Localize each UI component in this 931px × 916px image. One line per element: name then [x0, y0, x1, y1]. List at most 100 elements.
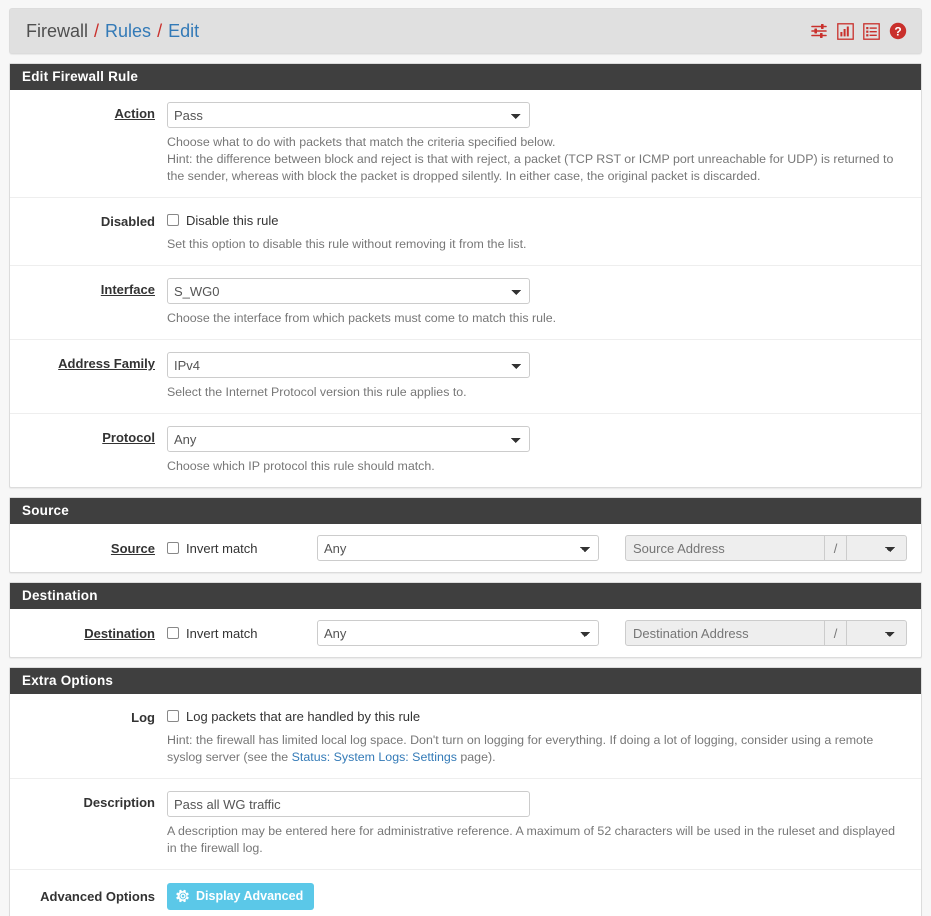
panel-title-edit-firewall-rule: Edit Firewall Rule — [10, 64, 921, 90]
label-destination: Destination — [10, 626, 167, 641]
log-help: Hint: the firewall has limited local log… — [167, 732, 907, 766]
destination-cidr-select[interactable] — [847, 620, 907, 646]
field-advanced-options: Display Advanced — [167, 883, 921, 910]
form-row-interface: Interface S_WG0 Choose the interface fro… — [10, 266, 921, 340]
bar-chart-icon[interactable] — [837, 22, 854, 40]
breadcrumb-item-edit[interactable]: Edit — [168, 21, 199, 42]
label-interface: Interface — [10, 278, 167, 327]
label-address-family-text: Address Family — [58, 356, 155, 371]
panel-body-source: Source Invert match Any / — [10, 524, 921, 572]
form-row-protocol: Protocol Any Choose which IP protocol th… — [10, 414, 921, 487]
label-advanced-options: Advanced Options — [10, 889, 167, 904]
label-log-text: Log — [131, 710, 155, 725]
log-packets-checkbox-row[interactable]: Log packets that are handled by this rul… — [167, 706, 907, 726]
destination-invert-label: Invert match — [186, 625, 258, 641]
label-source: Source — [10, 541, 167, 556]
panel-title-source: Source — [10, 498, 921, 524]
panel-destination: Destination Destination Invert match Any… — [9, 582, 922, 658]
list-icon[interactable] — [863, 22, 880, 40]
label-disabled-text: Disabled — [100, 214, 155, 229]
address-family-select[interactable]: IPv4 — [167, 352, 530, 378]
interface-select[interactable]: S_WG0 — [167, 278, 530, 304]
form-row-action: Action Pass Choose what to do with packe… — [10, 90, 921, 198]
system-logs-settings-link[interactable]: Status: System Logs: Settings — [292, 750, 457, 764]
source-type-select[interactable]: Any — [317, 535, 599, 561]
label-destination-text: Destination — [84, 625, 155, 641]
destination-invert-checkbox[interactable] — [167, 627, 179, 639]
source-address-slash: / — [825, 535, 847, 561]
description-help: A description may be entered here for ad… — [167, 824, 895, 855]
log-packets-checkbox-label: Log packets that are handled by this rul… — [186, 708, 421, 724]
field-description: A description may be entered here for ad… — [167, 791, 921, 857]
display-advanced-button-label: Display Advanced — [196, 888, 304, 903]
label-source-text: Source — [110, 540, 155, 556]
page-header: Firewall / Rules / Edit ? — [9, 8, 922, 54]
field-interface: S_WG0 Choose the interface from which pa… — [167, 278, 921, 327]
panel-body-destination: Destination Invert match Any / — [10, 609, 921, 657]
breadcrumb-separator: / — [94, 20, 100, 41]
source-address-group: / — [625, 535, 907, 561]
sliders-icon[interactable] — [810, 22, 828, 40]
breadcrumb: Firewall / Rules / Edit — [26, 21, 810, 42]
help-circle-icon[interactable]: ? — [889, 22, 907, 40]
source-type-wrapper: Any — [317, 535, 599, 561]
destination-address-input[interactable] — [625, 620, 825, 646]
source-invert-label: Invert match — [186, 540, 258, 556]
source-address-input[interactable] — [625, 535, 825, 561]
action-select[interactable]: Pass — [167, 102, 530, 128]
action-help-line1: Choose what to do with packets that matc… — [167, 135, 556, 149]
log-help-pre: Hint: the firewall has limited local log… — [167, 733, 874, 764]
disable-rule-checkbox-label: Disable this rule — [186, 212, 279, 228]
log-help-post: page). — [456, 750, 496, 764]
destination-invert-row[interactable]: Invert match — [167, 626, 317, 641]
source-cidr-select[interactable] — [847, 535, 907, 561]
panel-source: Source Source Invert match Any / — [9, 497, 922, 573]
log-packets-checkbox[interactable] — [167, 710, 179, 722]
disabled-help: Set this option to disable this rule wit… — [167, 237, 527, 251]
panel-body-extra-options: Log Log packets that are handled by this… — [10, 694, 921, 916]
protocol-help: Choose which IP protocol this rule shoul… — [167, 459, 435, 473]
description-input[interactable] — [167, 791, 530, 817]
svg-text:?: ? — [894, 24, 901, 38]
field-action: Pass Choose what to do with packets that… — [167, 102, 921, 185]
label-action-text: Action — [114, 106, 155, 121]
disable-rule-checkbox-row[interactable]: Disable this rule — [167, 210, 907, 230]
label-interface-text: Interface — [100, 282, 155, 297]
address-family-help: Select the Internet Protocol version thi… — [167, 385, 467, 399]
gear-icon — [176, 889, 190, 903]
panel-body-edit-firewall-rule: Action Pass Choose what to do with packe… — [10, 90, 921, 487]
protocol-select[interactable]: Any — [167, 426, 530, 452]
field-log: Log packets that are handled by this rul… — [167, 706, 921, 766]
disable-rule-checkbox[interactable] — [167, 214, 179, 226]
label-description: Description — [10, 791, 167, 857]
form-row-address-family: Address Family IPv4 Select the Internet … — [10, 340, 921, 414]
destination-address-slash: / — [825, 620, 847, 646]
label-log: Log — [10, 706, 167, 766]
destination-type-wrapper: Any — [317, 620, 599, 646]
interface-help: Choose the interface from which packets … — [167, 311, 557, 325]
destination-type-select[interactable]: Any — [317, 620, 599, 646]
breadcrumb-item-firewall: Firewall — [26, 20, 89, 41]
destination-address-group: / — [625, 620, 907, 646]
display-advanced-button[interactable]: Display Advanced — [167, 883, 315, 910]
source-invert-checkbox[interactable] — [167, 542, 179, 554]
source-invert-row[interactable]: Invert match — [167, 541, 317, 556]
form-row-source: Source Invert match Any / — [10, 524, 921, 572]
form-row-log: Log Log packets that are handled by this… — [10, 694, 921, 779]
label-disabled: Disabled — [10, 210, 167, 253]
form-row-disabled: Disabled Disable this rule Set this opti… — [10, 198, 921, 266]
label-protocol: Protocol — [10, 426, 167, 475]
panel-edit-firewall-rule: Edit Firewall Rule Action Pass Choose wh… — [9, 63, 922, 488]
label-address-family: Address Family — [10, 352, 167, 401]
header-icon-group: ? — [810, 22, 907, 40]
form-row-destination: Destination Invert match Any / — [10, 609, 921, 657]
label-advanced-options-text: Advanced Options — [40, 889, 155, 904]
label-protocol-text: Protocol — [102, 430, 155, 445]
breadcrumb-separator: / — [157, 20, 163, 41]
label-action: Action — [10, 102, 167, 185]
breadcrumb-item-rules[interactable]: Rules — [105, 21, 151, 42]
form-row-advanced-options: Advanced Options Display Advanced — [10, 870, 921, 916]
panel-title-destination: Destination — [10, 583, 921, 609]
form-row-description: Description A description may be entered… — [10, 779, 921, 870]
action-help-line2: Hint: the difference between block and r… — [167, 152, 894, 183]
